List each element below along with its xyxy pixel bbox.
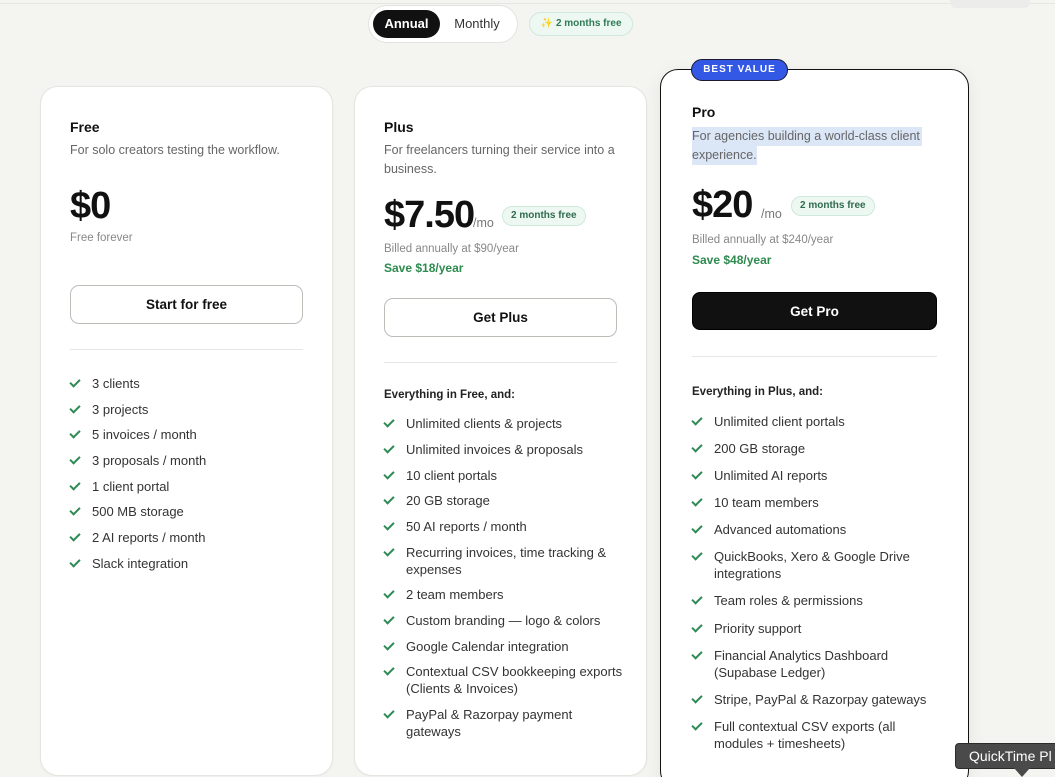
check-icon: [383, 587, 395, 599]
feature-item: Priority support: [691, 620, 954, 637]
check-icon: [691, 468, 703, 480]
plan-name: Plus: [384, 119, 414, 135]
check-icon: [383, 416, 395, 428]
save-note: Save $18/year: [384, 261, 464, 275]
check-icon: [69, 530, 81, 542]
sparkle-icon: ✨: [540, 18, 553, 29]
plan-price: $20: [692, 184, 753, 226]
feature-item: Contextual CSV bookkeeping exports (Clien…: [383, 663, 634, 697]
check-icon: [691, 692, 703, 704]
plan-description: For solo creators testing the workflow.: [70, 143, 280, 157]
check-icon: [383, 664, 395, 676]
billed-note: Billed annually at $90/year: [384, 243, 519, 255]
plan-description: experience.: [692, 146, 757, 165]
check-icon: [69, 376, 81, 388]
everything-heading: Everything in Plus, and:: [692, 386, 823, 398]
plan-description: business.: [384, 162, 437, 176]
check-icon: [69, 427, 81, 439]
billing-toggle[interactable]: Annual Monthly: [368, 5, 518, 43]
get-plus-button[interactable]: Get Plus: [384, 298, 617, 337]
feature-item: 500 MB storage: [69, 503, 310, 520]
price-period: /mo: [761, 207, 782, 221]
feature-item: PayPal & Razorpay payment gateways: [383, 706, 634, 740]
check-icon: [383, 468, 395, 480]
check-icon: [691, 621, 703, 633]
check-icon: [383, 639, 395, 651]
toggle-monthly[interactable]: Monthly: [444, 10, 510, 38]
check-icon: [691, 719, 703, 731]
plan-description: For agencies building a world-class clie…: [692, 127, 922, 146]
start-free-button[interactable]: Start for free: [70, 285, 303, 324]
plan-note: Free forever: [70, 232, 133, 244]
feature-item: Team roles & permissions: [691, 592, 954, 609]
check-icon: [691, 441, 703, 453]
check-icon: [383, 442, 395, 454]
feature-item: 3 projects: [69, 401, 310, 418]
check-icon: [383, 493, 395, 505]
plan-description: For freelancers turning their service in…: [384, 143, 615, 157]
promo-text: 2 months free: [555, 18, 622, 29]
feature-item: 5 invoices / month: [69, 426, 310, 443]
plan-name: Pro: [692, 104, 716, 120]
billed-note: Billed annually at $240/year: [692, 234, 834, 246]
feature-item: Full contextual CSV exports (all modules …: [691, 718, 954, 752]
check-icon: [69, 504, 81, 516]
plan-price: $0: [70, 185, 111, 227]
feature-item: Financial Analytics Dashboard (Supabase L…: [691, 647, 954, 681]
feature-item: 1 client portal: [69, 478, 310, 495]
divider: [692, 356, 937, 357]
check-icon: [383, 613, 395, 625]
toggle-annual[interactable]: Annual: [373, 10, 440, 38]
check-icon: [383, 545, 395, 557]
feature-item: 50 AI reports / month: [383, 518, 634, 535]
check-icon: [691, 522, 703, 534]
everything-heading: Everything in Free, and:: [384, 389, 515, 401]
best-value-badge: BEST VALUE: [691, 59, 788, 81]
feature-item: Unlimited AI reports: [691, 467, 954, 484]
check-icon: [69, 479, 81, 491]
check-icon: [691, 414, 703, 426]
divider: [384, 362, 617, 363]
check-icon: [69, 453, 81, 465]
check-icon: [691, 593, 703, 605]
divider: [70, 349, 303, 350]
feature-item: QuickBooks, Xero & Google Drive integrati…: [691, 548, 954, 582]
get-pro-button[interactable]: Get Pro: [692, 292, 937, 330]
tooltip-arrow: [1014, 768, 1030, 777]
feature-item: 200 GB storage: [691, 440, 954, 457]
feature-item: Slack integration: [69, 555, 310, 572]
feature-item: Unlimited clients & projects: [383, 415, 634, 432]
check-icon: [691, 549, 703, 561]
price-period: /mo: [473, 216, 494, 230]
check-icon: [383, 519, 395, 531]
check-icon: [69, 556, 81, 568]
feature-item: 2 AI reports / month: [69, 529, 310, 546]
months-free-pill: 2 months free: [791, 196, 875, 216]
check-icon: [383, 707, 395, 719]
months-free-pill: 2 months free: [502, 206, 586, 226]
window-corner: [950, 0, 1030, 8]
feature-item: 10 team members: [691, 494, 954, 511]
check-icon: [691, 495, 703, 507]
feature-item: Unlimited invoices & proposals: [383, 441, 634, 458]
plan-name: Free: [70, 119, 100, 135]
feature-item: 2 team members: [383, 586, 634, 603]
feature-item: Unlimited client portals: [691, 413, 954, 430]
save-note: Save $48/year: [692, 253, 772, 267]
feature-item: 20 GB storage: [383, 492, 634, 509]
check-icon: [69, 402, 81, 414]
feature-item: 10 client portals: [383, 467, 634, 484]
top-border: [0, 3, 1055, 4]
feature-item: 3 clients: [69, 375, 310, 392]
quicktime-tooltip: QuickTime Pl: [955, 743, 1055, 769]
check-icon: [691, 648, 703, 660]
plan-price: $7.50: [384, 194, 475, 236]
promo-pill: ✨ 2 months free: [529, 12, 633, 36]
feature-item: Google Calendar integration: [383, 638, 634, 655]
feature-item: Stripe, PayPal & Razorpay gateways: [691, 691, 954, 708]
feature-item: Recurring invoices, time tracking & expen…: [383, 544, 634, 578]
feature-item: Custom branding — logo & colors: [383, 612, 634, 629]
feature-item: 3 proposals / month: [69, 452, 310, 469]
feature-item: Advanced automations: [691, 521, 954, 538]
